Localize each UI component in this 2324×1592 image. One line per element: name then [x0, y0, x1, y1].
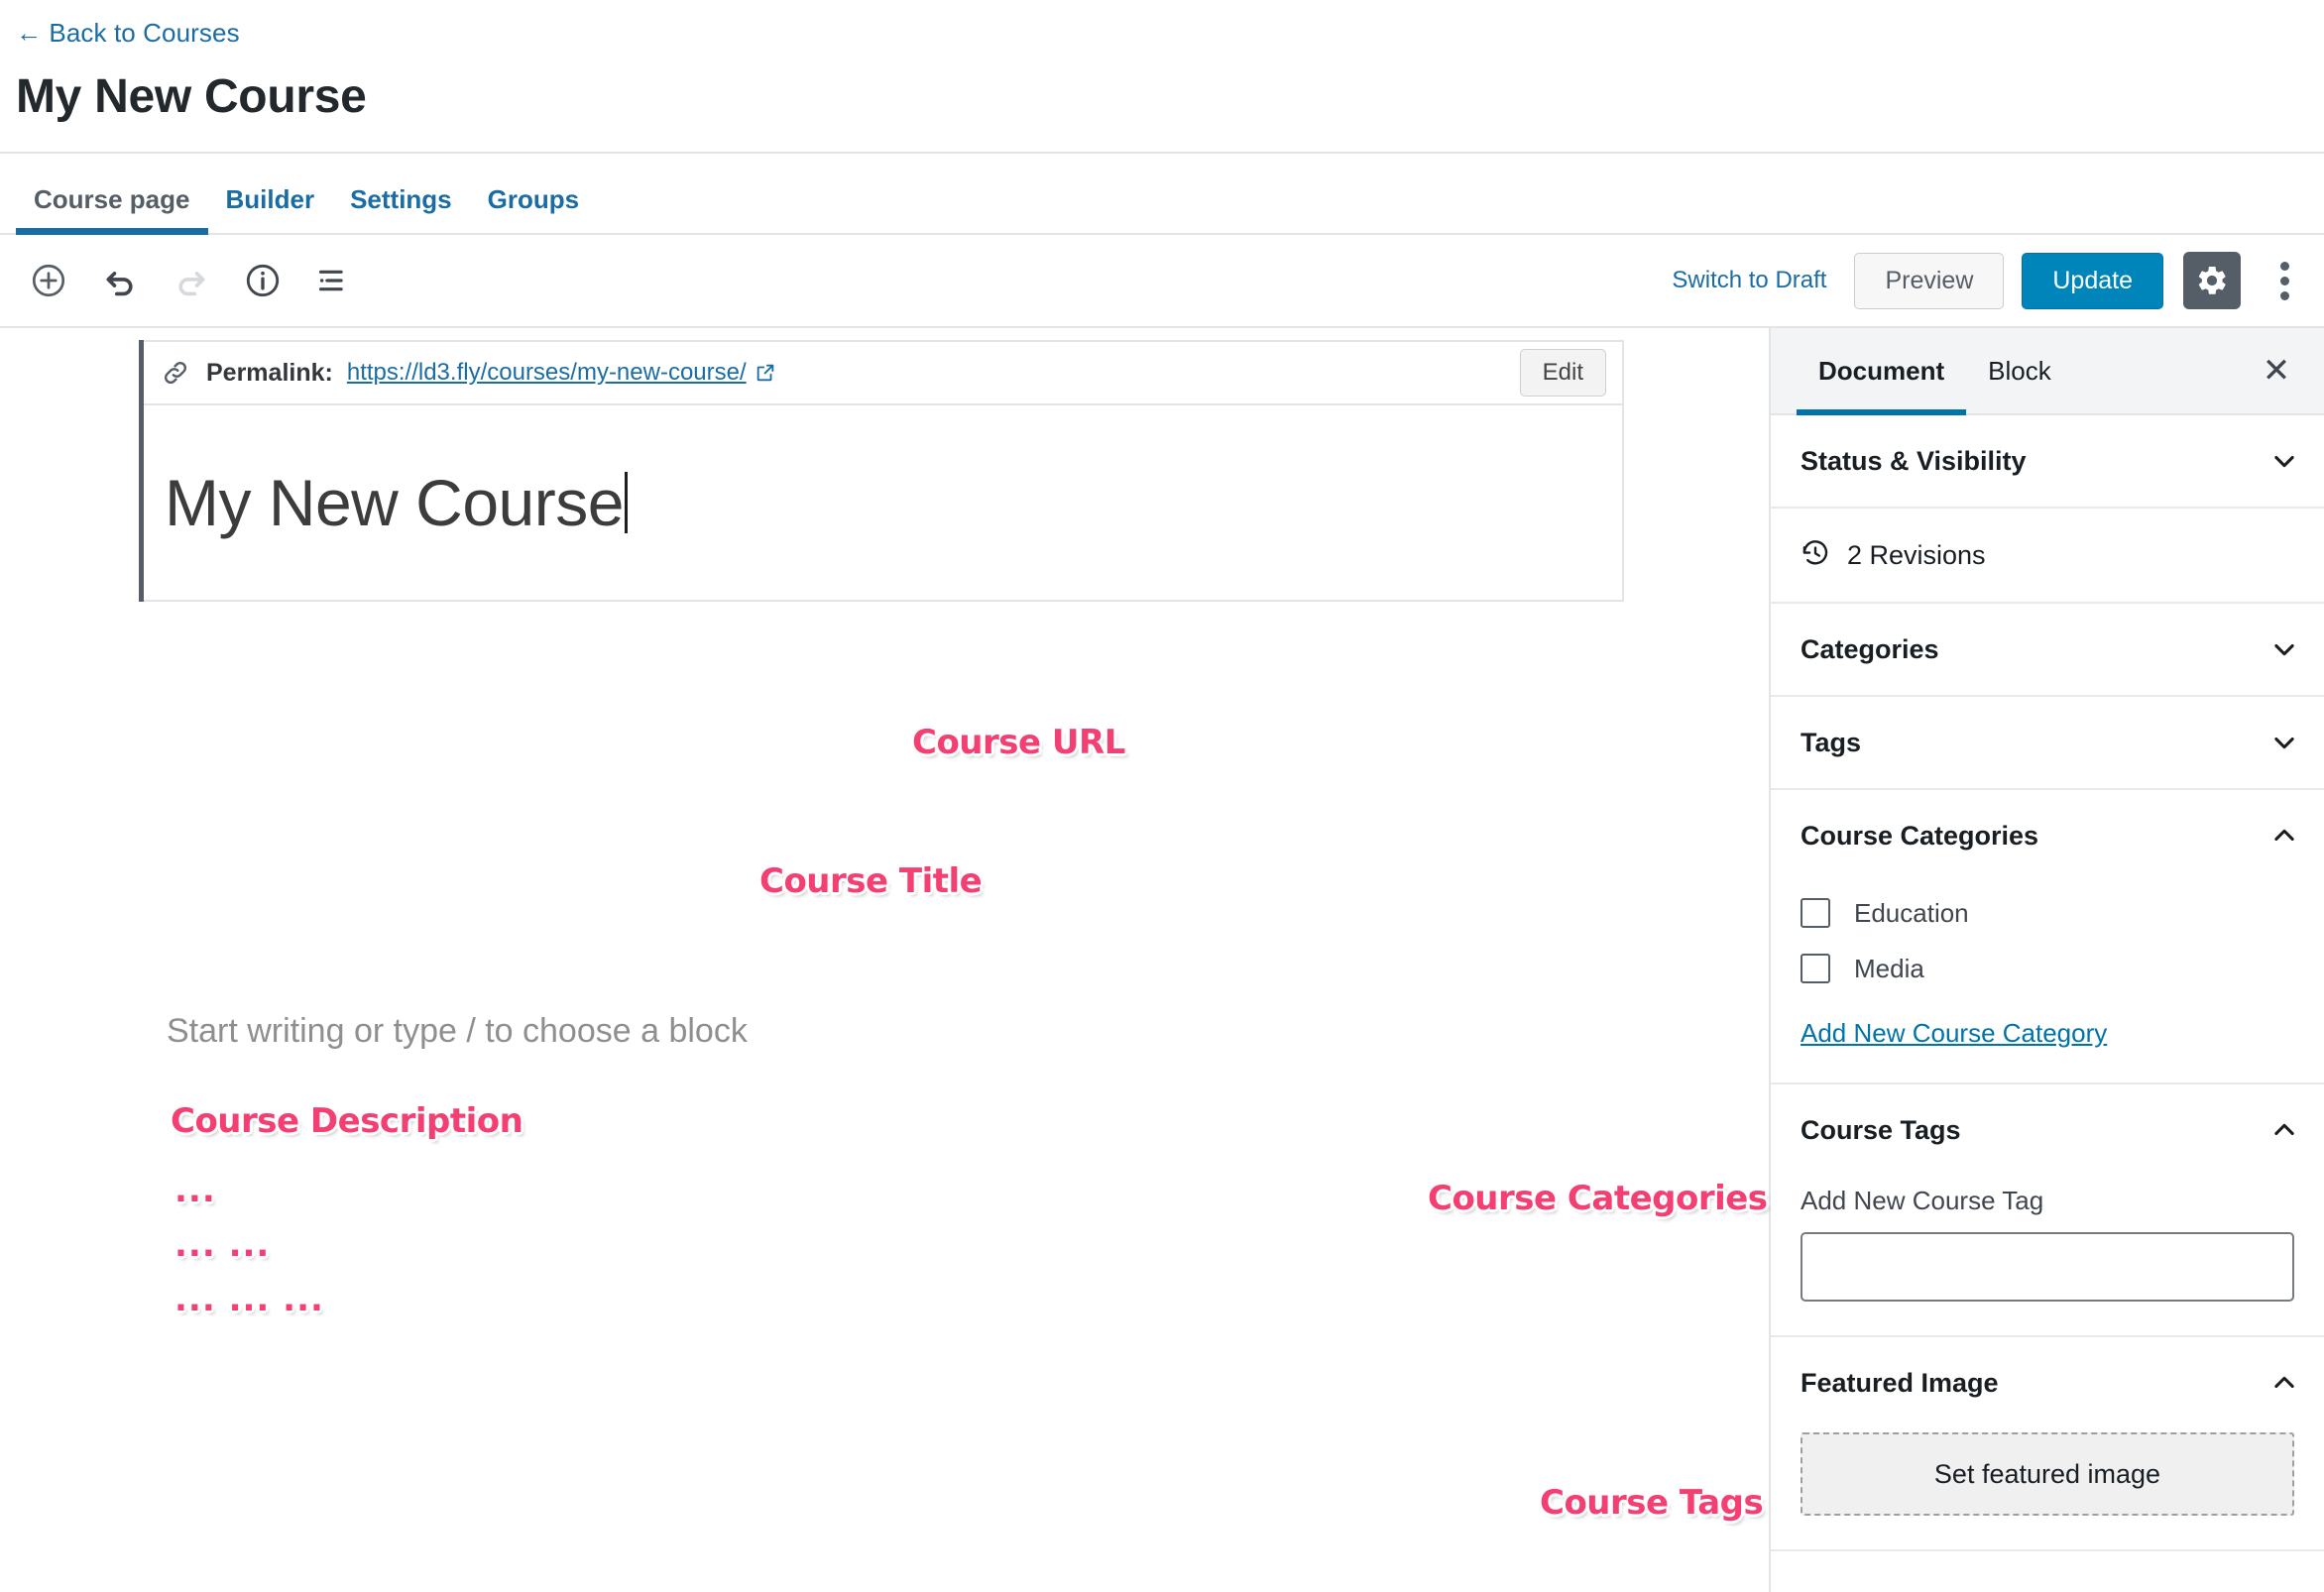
revisions-row[interactable]: 2 Revisions: [1771, 509, 2324, 604]
course-category-checkbox-media[interactable]: Media: [1801, 941, 2294, 996]
sidebar-tabs: Document Block ✕: [1771, 328, 2324, 415]
sidebar-tab-document[interactable]: Document: [1797, 328, 1967, 415]
panel-course-tags: Course Tags Add New Course Tag: [1771, 1084, 2324, 1337]
undo-icon[interactable]: [93, 254, 147, 307]
text-caret: [624, 472, 628, 533]
panel-title-featured-image: Featured Image: [1801, 1367, 1999, 1398]
tab-groups[interactable]: Groups: [470, 184, 597, 235]
back-to-courses-link[interactable]: ← Back to Courses: [16, 18, 240, 49]
edit-permalink-button[interactable]: Edit: [1519, 349, 1606, 397]
panel-title-course-tags: Course Tags: [1801, 1114, 1961, 1145]
annotation-course-tags: Course Tags: [1540, 1483, 1764, 1523]
annotation-dots-1: ...: [174, 1171, 216, 1210]
editor-toolbar: Switch to Draft Preview Update: [0, 235, 2324, 328]
panel-header-status-visibility[interactable]: Status & Visibility: [1771, 415, 2324, 507]
panel-categories: Categories: [1771, 604, 2324, 697]
preview-button[interactable]: Preview: [1854, 252, 2005, 309]
course-category-label: Education: [1854, 897, 1969, 928]
kebab-menu-icon[interactable]: [2263, 252, 2306, 309]
title-block: Permalink: https://ld3.fly/courses/my-ne…: [139, 340, 1624, 602]
annotation-dots-2: ... ...: [174, 1225, 271, 1265]
panel-header-categories[interactable]: Categories: [1771, 604, 2324, 695]
sidebar-tab-block[interactable]: Block: [1966, 328, 2073, 413]
panel-header-tags[interactable]: Tags: [1771, 697, 2324, 788]
editor-body: Permalink: https://ld3.fly/courses/my-ne…: [0, 328, 2324, 1592]
list-view-icon[interactable]: [307, 254, 361, 307]
external-link-icon: [755, 362, 776, 384]
set-featured-image-button[interactable]: Set featured image: [1801, 1432, 2294, 1516]
annotation-course-categories: Course Categories: [1428, 1179, 1768, 1218]
back-bar: ← Back to Courses: [0, 0, 2324, 52]
body-placeholder[interactable]: Start writing or type / to choose a bloc…: [167, 1012, 748, 1051]
add-new-course-tag-label: Add New Course Tag: [1801, 1186, 2044, 1215]
chevron-down-icon: [2270, 447, 2298, 475]
tab-course-page[interactable]: Course page: [16, 184, 208, 235]
toolbar-right-group: Switch to Draft Preview Update: [1662, 252, 2306, 309]
update-button[interactable]: Update: [2022, 252, 2163, 309]
block-selected-accent: [139, 340, 144, 602]
annotation-dots-3: ... ... ...: [174, 1280, 324, 1319]
panel-body-course-tags: Add New Course Tag: [1771, 1176, 2324, 1335]
chevron-down-icon: [2270, 729, 2298, 756]
editor-canvas[interactable]: Permalink: https://ld3.fly/courses/my-ne…: [0, 328, 1769, 1592]
add-new-course-category-link[interactable]: Add New Course Category: [1801, 1018, 2107, 1049]
page-title: My New Course: [16, 70, 367, 123]
panel-header-course-tags[interactable]: Course Tags: [1771, 1084, 2324, 1176]
panel-title-course-categories: Course Categories: [1801, 820, 2039, 851]
panel-tags: Tags: [1771, 697, 2324, 790]
revisions-label: 2 Revisions: [1847, 539, 1986, 570]
chevron-up-icon: [2270, 1369, 2298, 1397]
kebab-dot: [2279, 276, 2289, 285]
close-sidebar-icon[interactable]: ✕: [2255, 349, 2298, 393]
post-title-text: My New Course: [165, 466, 624, 539]
add-new-course-tag-input[interactable]: [1801, 1232, 2294, 1302]
kebab-dot: [2279, 290, 2289, 300]
document-sidebar: Document Block ✕ Status & Visibility 2 R…: [1769, 328, 2324, 1592]
revision-clock-icon: [1801, 538, 1830, 573]
chevron-up-icon: [2270, 1116, 2298, 1144]
panel-featured-image: Featured Image Set featured image: [1771, 1337, 2324, 1551]
permalink-label: Permalink:: [206, 358, 333, 387]
info-icon[interactable]: [236, 254, 290, 307]
chevron-up-icon: [2270, 822, 2298, 850]
panel-title-tags: Tags: [1801, 727, 1862, 757]
permalink-url-link[interactable]: https://ld3.fly/courses/my-new-course/: [347, 359, 747, 387]
panel-title-categories: Categories: [1801, 633, 1939, 664]
redo-icon[interactable]: [165, 254, 218, 307]
panel-header-course-categories[interactable]: Course Categories: [1771, 790, 2324, 881]
course-category-checkbox-education[interactable]: Education: [1801, 885, 2294, 941]
post-title-field[interactable]: My New Course: [139, 405, 1624, 602]
toolbar-left-group: [22, 254, 361, 307]
kebab-dot: [2279, 261, 2289, 271]
switch-to-draft-link[interactable]: Switch to Draft: [1662, 267, 1836, 294]
panel-body-course-categories: Education Media Add New Course Category: [1771, 881, 2324, 1082]
panel-title-status-visibility: Status & Visibility: [1801, 445, 2027, 476]
panel-body-featured-image: Set featured image: [1771, 1428, 2324, 1549]
annotation-course-title: Course Title: [759, 861, 983, 901]
panel-header-featured-image[interactable]: Featured Image: [1771, 1337, 2324, 1428]
checkbox-icon[interactable]: [1801, 898, 1830, 928]
link-icon: [161, 358, 190, 388]
annotation-course-url: Course URL: [912, 723, 1125, 762]
chevron-down-icon: [2270, 635, 2298, 663]
add-block-icon[interactable]: [22, 254, 75, 307]
panel-course-categories: Course Categories Education Media Add Ne…: [1771, 790, 2324, 1084]
course-tabs: Course page Builder Settings Groups: [0, 152, 2324, 235]
gear-icon[interactable]: [2183, 252, 2241, 309]
checkbox-icon[interactable]: [1801, 954, 1830, 983]
tab-builder[interactable]: Builder: [208, 184, 333, 235]
course-category-label: Media: [1854, 953, 1924, 983]
annotation-course-description: Course Description: [171, 1101, 523, 1141]
panel-status-visibility: Status & Visibility: [1771, 415, 2324, 509]
tab-settings[interactable]: Settings: [332, 184, 470, 235]
permalink-row: Permalink: https://ld3.fly/courses/my-ne…: [139, 340, 1624, 405]
